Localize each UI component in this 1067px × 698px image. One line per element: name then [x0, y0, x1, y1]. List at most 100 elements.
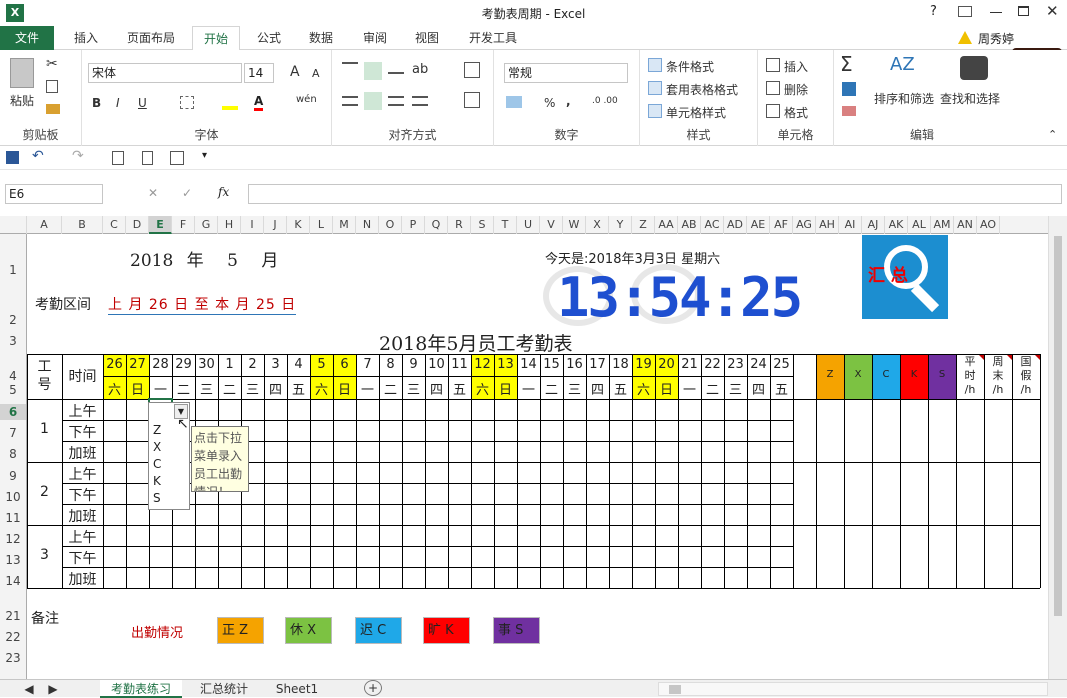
bottom-align-icon[interactable]: [388, 72, 404, 74]
row-header[interactable]: 21: [0, 608, 26, 624]
merge-center-icon[interactable]: [464, 92, 480, 108]
insert-button[interactable]: 插入: [784, 58, 808, 75]
enter-icon[interactable]: ✓: [182, 186, 192, 200]
delete-button[interactable]: 删除: [784, 81, 808, 98]
column-header[interactable]: B: [62, 216, 103, 234]
vertical-scrollbar[interactable]: [1048, 216, 1067, 679]
comma-button[interactable]: ,: [566, 94, 571, 108]
column-header[interactable]: W: [563, 216, 586, 234]
dropdown-option[interactable]: C: [153, 457, 161, 471]
column-header[interactable]: T: [494, 216, 517, 234]
redo-icon[interactable]: ↷: [72, 148, 84, 164]
tab-formulas[interactable]: 公式: [246, 26, 292, 50]
maximize-icon[interactable]: [1018, 6, 1029, 16]
border-icon[interactable]: [180, 96, 194, 109]
tab-data[interactable]: 数据: [298, 26, 344, 50]
column-header[interactable]: O: [379, 216, 402, 234]
shrink-font-button[interactable]: A: [312, 67, 320, 80]
increase-decimal-icon[interactable]: .0 .00: [592, 96, 618, 106]
column-header[interactable]: AM: [931, 216, 954, 234]
tab-page-layout[interactable]: 页面布局: [118, 26, 184, 50]
dropdown-option[interactable]: X: [153, 440, 161, 454]
number-format-select[interactable]: 常规: [504, 63, 628, 83]
cell-style-button[interactable]: 单元格样式: [666, 104, 726, 121]
column-header[interactable]: AL: [908, 216, 931, 234]
top-align-icon[interactable]: [342, 62, 358, 74]
tab-home[interactable]: 开始: [192, 26, 240, 51]
column-header[interactable]: D: [126, 216, 149, 234]
collapse-ribbon-icon[interactable]: ⌃: [1048, 128, 1057, 141]
copy-icon[interactable]: [46, 80, 58, 93]
minimize-icon[interactable]: [990, 12, 1002, 13]
column-header[interactable]: G: [195, 216, 218, 234]
currency-icon[interactable]: [506, 96, 522, 108]
select-all[interactable]: [0, 216, 27, 234]
row-header[interactable]: 11: [0, 510, 26, 526]
column-header[interactable]: U: [517, 216, 540, 234]
paste-icon[interactable]: [10, 58, 34, 88]
add-sheet-button[interactable]: +: [364, 680, 382, 696]
column-header[interactable]: AA: [655, 216, 678, 234]
ribbon-display-icon[interactable]: [958, 6, 972, 17]
prev-sheet-icon[interactable]: ◀: [22, 680, 36, 698]
formula-input[interactable]: [248, 184, 1062, 204]
column-header[interactable]: AN: [954, 216, 977, 234]
font-color-icon[interactable]: A: [254, 94, 264, 111]
dropdown-option[interactable]: Z: [153, 423, 161, 437]
column-header[interactable]: AK: [885, 216, 908, 234]
row-header[interactable]: 2: [0, 312, 26, 328]
column-header[interactable]: N: [356, 216, 379, 234]
font-name-select[interactable]: 宋体: [88, 63, 242, 83]
sheet-tab-summary[interactable]: 汇总统计: [188, 680, 260, 698]
worksheet[interactable]: 2018 年 5 月 今天是:2018年3月3日 星期六 13:54:25 汇 …: [27, 234, 1048, 679]
column-header[interactable]: AE: [747, 216, 770, 234]
next-sheet-icon[interactable]: ▶: [46, 680, 60, 698]
column-header[interactable]: H: [218, 216, 241, 234]
column-header[interactable]: V: [540, 216, 563, 234]
column-header[interactable]: AI: [839, 216, 862, 234]
row-header[interactable]: 5: [0, 382, 26, 398]
underline-button[interactable]: U: [138, 96, 147, 110]
save-icon[interactable]: [6, 151, 19, 164]
tab-insert[interactable]: 插入: [62, 26, 110, 50]
sheet-tab-practice[interactable]: 考勤表练习: [100, 680, 182, 698]
print-preview-icon[interactable]: [112, 151, 124, 165]
cut-icon[interactable]: ✂: [46, 56, 58, 72]
column-header[interactable]: Y: [609, 216, 632, 234]
format-button[interactable]: 格式: [784, 104, 808, 121]
column-header[interactable]: J: [264, 216, 287, 234]
paste-button[interactable]: 粘贴: [10, 92, 34, 109]
wrap-text-icon[interactable]: [464, 62, 480, 78]
help-button[interactable]: ?: [930, 4, 937, 19]
row-header[interactable]: 6: [0, 404, 26, 420]
sort-filter-button[interactable]: 排序和筛选: [874, 90, 934, 107]
name-box[interactable]: E6: [5, 184, 103, 204]
bold-button[interactable]: B: [92, 96, 101, 110]
column-header[interactable]: AG: [793, 216, 816, 234]
column-header[interactable]: M: [333, 216, 356, 234]
dropdown-option[interactable]: K: [153, 474, 161, 488]
row-header[interactable]: 8: [0, 446, 26, 462]
column-header[interactable]: AD: [724, 216, 747, 234]
column-header[interactable]: A: [27, 216, 62, 234]
row-header[interactable]: 13: [0, 552, 26, 568]
center-align-icon[interactable]: [364, 92, 382, 110]
new-icon[interactable]: [142, 151, 153, 165]
font-size-select[interactable]: 14: [244, 63, 274, 83]
customize-qat-icon[interactable]: ▾: [202, 150, 207, 161]
clear-icon[interactable]: [842, 106, 856, 116]
column-header[interactable]: R: [448, 216, 471, 234]
row-header[interactable]: 14: [0, 573, 26, 589]
column-header[interactable]: P: [402, 216, 425, 234]
row-header[interactable]: 3: [0, 333, 26, 349]
user-name[interactable]: 周秀婷: [978, 30, 1014, 47]
column-header[interactable]: I: [241, 216, 264, 234]
phonetic-button[interactable]: wén: [296, 94, 317, 105]
fill-icon[interactable]: [842, 82, 856, 96]
dropdown-option[interactable]: S: [153, 491, 161, 505]
form-icon[interactable]: [170, 151, 184, 165]
row-header[interactable]: 12: [0, 531, 26, 547]
horizontal-scrollbar[interactable]: [658, 682, 1048, 696]
italic-button[interactable]: I: [116, 96, 120, 110]
row-header[interactable]: 7: [0, 425, 26, 441]
